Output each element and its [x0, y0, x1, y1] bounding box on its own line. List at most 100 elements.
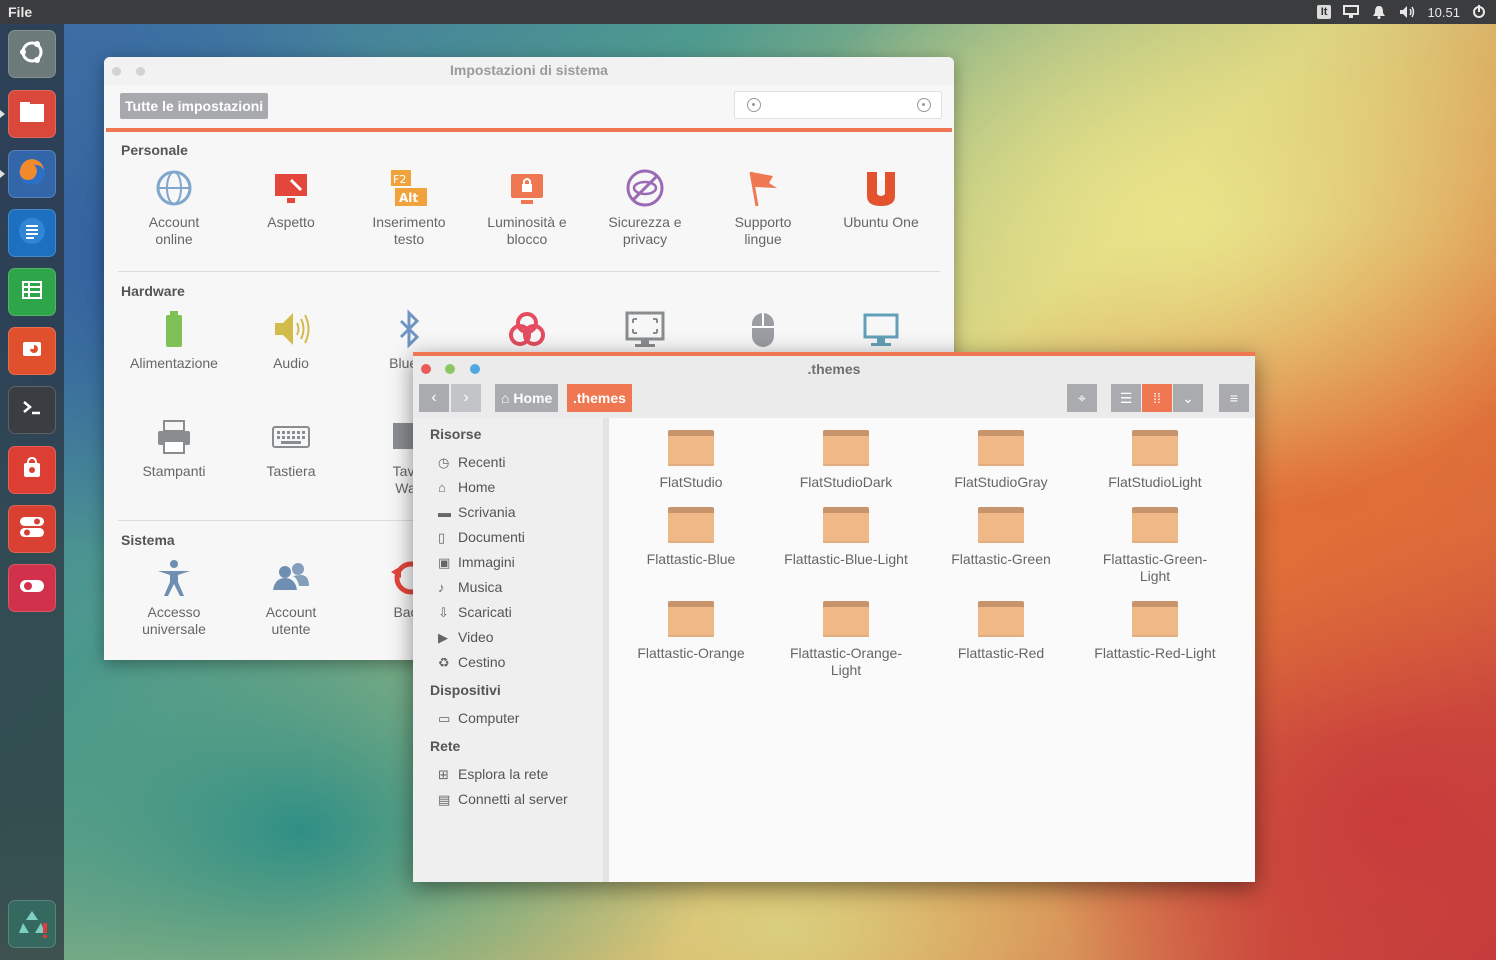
launcher-software-center[interactable]	[8, 446, 56, 494]
settings-item-personal-4[interactable]: Sicurezza e privacy	[586, 168, 704, 248]
folder-item[interactable]: Flattastic-Red	[926, 601, 1076, 662]
folder-item[interactable]: FlatStudioDark	[771, 430, 921, 491]
files-sidebar: Risorse ◷ Recenti ⌂ Home ▬ Scrivania ▯ Document…	[413, 418, 603, 882]
settings-item-system-0[interactable]: Accesso universale	[115, 558, 233, 638]
settings-item-label: Stampanti	[142, 463, 206, 479]
menu-file[interactable]: File	[8, 4, 32, 20]
folder-item[interactable]: Flattastic-Green- Light	[1080, 507, 1230, 585]
folder-icon	[978, 507, 1024, 543]
settings-item-hardware-8[interactable]: Tastiera	[232, 417, 350, 480]
folder-item[interactable]: Flattastic-Blue-Light	[771, 507, 921, 568]
folder-item[interactable]: Flattastic-Blue	[616, 507, 766, 568]
video-icon: ▶	[438, 629, 448, 645]
launcher-firefox[interactable]	[8, 150, 56, 198]
list-view-button[interactable]: ☰	[1111, 384, 1141, 412]
folder-item[interactable]: FlatStudioGray	[926, 430, 1076, 491]
launcher-screen-recorder[interactable]	[8, 564, 56, 612]
launcher-system-settings[interactable]	[8, 505, 56, 553]
folder-item[interactable]: FlatStudioLight	[1080, 430, 1230, 491]
settings-item-hardware-6[interactable]	[822, 309, 940, 349]
launcher-writer[interactable]	[8, 209, 56, 257]
session-gear-icon[interactable]	[1472, 5, 1488, 19]
forward-button[interactable]: ›	[451, 384, 481, 412]
writer-doc-icon	[18, 217, 46, 250]
launcher-impress[interactable]	[8, 327, 56, 375]
menu-button[interactable]: ≡	[1219, 384, 1249, 412]
folder-icon	[1132, 507, 1178, 543]
sidebar-item-connetti-al-server[interactable]: ▤ Connetti al server	[438, 789, 568, 809]
folder-icon	[19, 101, 45, 128]
clock[interactable]: 10.51	[1427, 5, 1460, 20]
sidebar-item-video[interactable]: ▶ Video	[438, 627, 494, 647]
settings-item-hardware-3[interactable]	[468, 309, 586, 349]
sidebar-item-computer[interactable]: ▭ Computer	[438, 708, 519, 728]
sidebar-item-label: Immagini	[458, 554, 515, 570]
recycle-icon	[15, 905, 49, 944]
settings-search-input[interactable]	[734, 91, 942, 119]
folder-label: Flattastic-Orange	[637, 645, 745, 661]
desktop-folder-icon: ▬	[438, 504, 451, 520]
settings-item-personal-2[interactable]: F2 Alt Inserimento testo	[350, 168, 468, 248]
settings-item-personal-5[interactable]: Supporto lingue	[704, 168, 822, 248]
volume-icon[interactable]	[1399, 5, 1415, 19]
folder-item[interactable]: Flattastic-Orange- Light	[771, 601, 921, 679]
sidebar-item-musica[interactable]: ♪ Musica	[438, 577, 502, 597]
launcher-files[interactable]	[8, 90, 56, 138]
music-icon: ♪	[438, 579, 445, 595]
folder-item[interactable]: Flattastic-Red-Light	[1080, 601, 1230, 662]
files-titlebar[interactable]: .themes	[413, 356, 1255, 378]
clear-icon[interactable]	[917, 98, 931, 112]
back-button[interactable]: ‹	[419, 384, 449, 412]
settings-item-personal-0[interactable]: Account online	[115, 168, 233, 248]
settings-titlebar[interactable]: Impostazioni di sistema	[104, 57, 954, 85]
presentation-icon	[18, 335, 46, 368]
folder-item[interactable]: Flattastic-Orange	[616, 601, 766, 662]
sidebar-item-scaricati[interactable]: ⇩ Scaricati	[438, 602, 512, 622]
notification-bell-icon[interactable]	[1371, 5, 1387, 19]
section-title-system: Sistema	[121, 532, 175, 548]
sidebar-item-recenti[interactable]: ◷ Recenti	[438, 452, 505, 472]
sidebar-item-label: Musica	[458, 579, 503, 595]
launcher-dash[interactable]	[8, 30, 56, 78]
settings-item-label: Inserimento testo	[372, 214, 446, 247]
view-options-button[interactable]: ⌄	[1173, 384, 1203, 412]
sidebar-group-resources: Risorse	[430, 426, 482, 442]
sidebar-item-esplora-la-rete[interactable]: ⊞ Esplora la rete	[438, 764, 548, 784]
sidebar-item-documenti[interactable]: ▯ Documenti	[438, 527, 525, 547]
keyboard-layout-indicator[interactable]: It	[1316, 5, 1332, 19]
launcher-terminal[interactable]	[8, 386, 56, 434]
folder-item[interactable]: FlatStudio	[616, 430, 766, 491]
users-icon	[271, 558, 311, 598]
breadcrumb-current[interactable]: .themes	[567, 384, 632, 412]
file-view[interactable]: FlatStudio FlatStudioDark FlatStudioGray Fl…	[609, 418, 1255, 882]
sidebar-item-scrivania[interactable]: ▬ Scrivania	[438, 502, 516, 522]
settings-item-personal-1[interactable]: Aspetto	[232, 168, 350, 231]
settings-item-hardware-5[interactable]	[704, 309, 822, 349]
section-divider	[118, 271, 940, 272]
folder-label: Flattastic-Green- Light	[1102, 551, 1208, 584]
settings-item-system-1[interactable]: Account utente	[232, 558, 350, 638]
breadcrumb-home[interactable]: ⌂ Home	[495, 384, 559, 412]
folder-item[interactable]: Flattastic-Green	[926, 507, 1076, 568]
record-toggle-icon	[17, 571, 47, 606]
network-icon[interactable]	[1343, 5, 1360, 19]
sidebar-item-immagini[interactable]: ▣ Immagini	[438, 552, 515, 572]
clock-icon: ◷	[438, 454, 450, 470]
settings-item-label: Sicurezza e privacy	[608, 214, 682, 247]
launcher-trash[interactable]	[8, 900, 56, 948]
settings-item-hardware-7[interactable]: Stampanti	[115, 417, 233, 480]
svg-text:F2: F2	[393, 173, 406, 186]
all-settings-button[interactable]: Tutte le impostazioni	[120, 93, 269, 119]
location-button[interactable]: ⌖	[1067, 384, 1097, 412]
sidebar-item-home[interactable]: ⌂ Home	[438, 477, 495, 497]
settings-item-hardware-1[interactable]: Audio	[232, 309, 350, 372]
sidebar-item-cestino[interactable]: ♻ Cestino	[438, 652, 505, 672]
launcher-calc[interactable]	[8, 268, 56, 316]
chevron-right-icon: ›	[463, 389, 469, 406]
settings-item-personal-6[interactable]: Ubuntu One	[822, 168, 940, 231]
settings-item-hardware-4[interactable]	[586, 309, 704, 349]
settings-item-personal-3[interactable]: Luminosità e blocco	[468, 168, 586, 248]
settings-item-hardware-0[interactable]: Alimentazione	[115, 309, 233, 372]
ubuntu-one-icon	[861, 168, 901, 208]
grid-view-button[interactable]: ⁞⁞	[1142, 384, 1172, 412]
